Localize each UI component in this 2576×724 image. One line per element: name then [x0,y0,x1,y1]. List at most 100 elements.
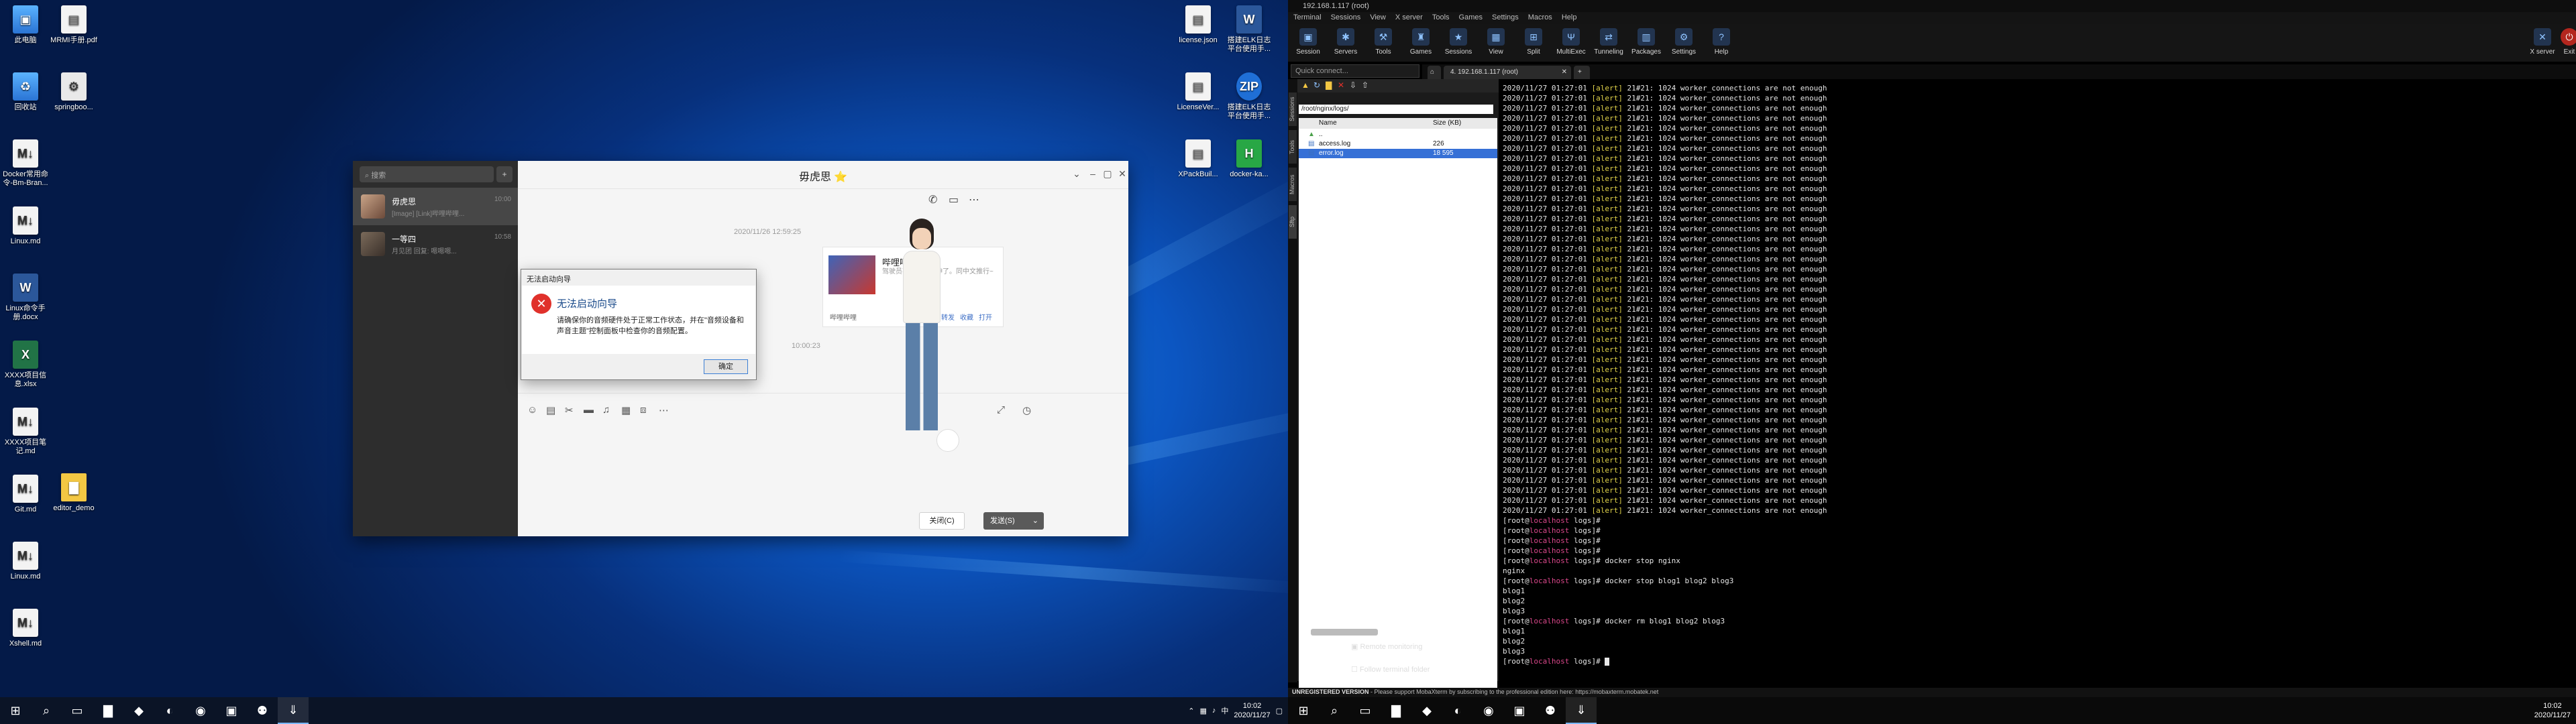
history-icon[interactable]: ◷ [1022,404,1031,416]
clock[interactable]: 10:02 2020/11/27 [2534,701,2571,720]
app-icon[interactable]: ◉ [1473,697,1504,724]
desktop-icon[interactable]: M↓ Git.md [1,475,50,514]
menu-item[interactable]: X server [1395,13,1423,24]
menu-item[interactable]: Terminal [1293,13,1322,24]
mini-avatar[interactable] [936,429,959,452]
download-icon[interactable]: ⇩ [1350,80,1356,90]
side-tab-macros[interactable]: Macros [1289,168,1297,201]
exit-button[interactable]: ⏻ Exit [2552,28,2576,56]
view-button[interactable]: ▦ View [1479,28,1513,56]
usb-icon[interactable]: ⇓ [1566,697,1597,724]
search-icon[interactable]: ⌕ [31,697,62,724]
desktop-icon[interactable]: ▤ license.json [1174,5,1222,45]
session-button[interactable]: ▣ Session [1291,28,1326,56]
phone-icon[interactable]: ✆ [928,193,937,206]
help-button[interactable]: ? Help [1704,28,1739,56]
add-chat-button[interactable]: + [496,166,513,182]
sessions-button[interactable]: ★ Sessions [1441,28,1476,56]
card-open-link[interactable]: 打开 [979,312,992,322]
image-icon[interactable]: ▦ [621,404,631,416]
expand-icon[interactable]: ⤢ [997,404,1005,416]
desktop-icon[interactable]: ▤ MRMI手册.pdf [50,5,98,45]
tools-button[interactable]: ⚒ Tools [1366,28,1401,56]
volume-icon[interactable]: ♪ [1212,707,1216,715]
chevron-down-icon[interactable]: ⌄ [1032,512,1038,530]
menu-item[interactable]: Tools [1432,13,1450,24]
emoji-icon[interactable]: ☺ [527,404,537,416]
conversation-item[interactable]: 一等四 月见团 回复: 嗯嗯嗯... 10:58 [353,225,518,263]
horizontal-scrollbar[interactable] [1311,629,1378,636]
packages-button[interactable]: ▥ Packages [1629,28,1664,56]
terminal-output[interactable]: 2020/11/27 01:27:01 [alert] 21#21: 1024 … [1500,79,2571,681]
menu-item[interactable]: Sessions [1331,13,1361,24]
desktop-icon[interactable]: ZIP 搭建ELK日志平台使用手... [1225,72,1273,121]
desktop-icon[interactable]: Hdocker-ka... [1225,139,1273,179]
task-view-icon[interactable]: ▭ [1350,697,1381,724]
sftp-file-row[interactable]: ▲.. [1299,130,1497,139]
menu-item[interactable]: Help [1562,13,1577,24]
video-icon[interactable]: ▭ [949,193,959,206]
games-button[interactable]: ♜ Games [1403,28,1438,56]
delete-icon[interactable]: ✕ [1338,80,1344,90]
scissors-icon[interactable]: ✂ [565,404,574,416]
clock[interactable]: 10:02 2020/11/27 [1234,701,1270,720]
upload-icon[interactable]: ⇧ [1362,80,1368,90]
card-favorite-link[interactable]: 收藏 [960,312,973,322]
desktop-icon[interactable]: ▤ XPackBuil... [1174,139,1222,179]
desktop-icon[interactable]: W 搭建ELK日志平台使用手... [1225,5,1273,54]
chat-input-area[interactable]: ☺ ▤ ✂ ▬ ♫ ▦ ⧈ ⋯ ⤢ ◷ 关闭(C) 发送(S) ⌄ [518,393,1128,536]
more-icon[interactable]: ⋯ [969,193,979,206]
ime-indicator[interactable]: 中 [1221,705,1228,716]
desktop-icon[interactable]: ♻ 回收站 [1,72,50,112]
chevron-down-icon[interactable]: ⌄ [1071,168,1083,180]
music-icon[interactable]: ♫ [602,404,610,416]
desktop-icon[interactable]: X XXXX项目信息.xlsx [1,341,50,389]
windows-start-icon[interactable]: ⊞ [0,697,31,724]
maximize-button[interactable]: ▢ [1102,168,1114,180]
servers-button[interactable]: ✱ Servers [1328,28,1363,56]
sftp-path-input[interactable]: /root/nginx/logs/ [1299,105,1493,114]
menu-item[interactable]: View [1370,13,1386,24]
sftp-file-row[interactable]: ▤ access.log 226 [1299,139,1497,149]
refresh-icon[interactable]: ↻ [1313,80,1320,90]
follow-folder-checkbox[interactable]: ☐ Follow terminal folder [1351,665,1430,674]
chat-search-input[interactable]: ⌕ 搜索 [360,166,494,182]
terminal-icon[interactable]: ▣ [1504,697,1535,724]
network-icon[interactable]: ▦ [1199,707,1206,715]
new-folder-icon[interactable]: ▇ [1326,80,1332,90]
windows-start-icon[interactable]: ⊞ [1288,697,1319,724]
desktop-icon[interactable]: W Linux命令手册.docx [1,274,50,322]
ok-button[interactable]: 确定 [704,359,748,374]
home-tab-icon[interactable]: ⌂ [1428,66,1441,79]
side-tab-tools[interactable]: Tools [1289,130,1297,164]
side-tab-sessions[interactable]: Sessions [1289,93,1297,126]
vscode-icon[interactable]: ◆ [123,697,154,724]
vscode-icon[interactable]: ◆ [1411,697,1442,724]
desktop-icon[interactable]: ▇ editor_demo [50,473,98,513]
menu-item[interactable]: Macros [1528,13,1552,24]
remote-monitoring-toggle[interactable]: ▣ Remote monitoring [1351,642,1422,651]
edge-icon[interactable]: ◐ [1442,697,1473,724]
tunneling-button[interactable]: ⇄ Tunneling [1591,28,1626,56]
send-button[interactable]: 发送(S) ⌄ [983,512,1044,530]
col-name[interactable]: Name [1319,119,1337,127]
more-icon[interactable]: ⋯ [659,404,669,416]
desktop-icon[interactable]: M↓ Linux.md [1,542,50,581]
conversation-item[interactable]: 毋虎思 [Image] [Link]哔哩哔哩... 10:00 [353,188,518,225]
folder-icon[interactable]: ▬ [584,404,594,416]
desktop-icon[interactable]: ▤ LicenseVer... [1174,72,1222,112]
app-icon[interactable]: ◉ [185,697,216,724]
menu-item[interactable]: Settings [1492,13,1519,24]
menu-item[interactable]: Games [1459,13,1483,24]
close-tab-icon[interactable]: ✕ [1562,68,1567,76]
multiexec-button[interactable]: Ψ MultiExec [1554,28,1589,56]
split-button[interactable]: ⊞ Split [1516,28,1551,56]
session-tab[interactable]: 4. 192.168.1.117 (root) ✕ [1444,66,1571,79]
terminal-icon[interactable]: ▣ [216,697,247,724]
desktop-icon[interactable]: M↓ Xshell.md [1,609,50,648]
explorer-icon[interactable]: ▇ [93,697,123,724]
usb-icon[interactable]: ⇓ [278,697,309,724]
new-tab-button[interactable]: + [1574,66,1590,79]
screen-icon[interactable]: ⧈ [640,404,647,416]
settings-button[interactable]: ⚙ Settings [1666,28,1701,56]
